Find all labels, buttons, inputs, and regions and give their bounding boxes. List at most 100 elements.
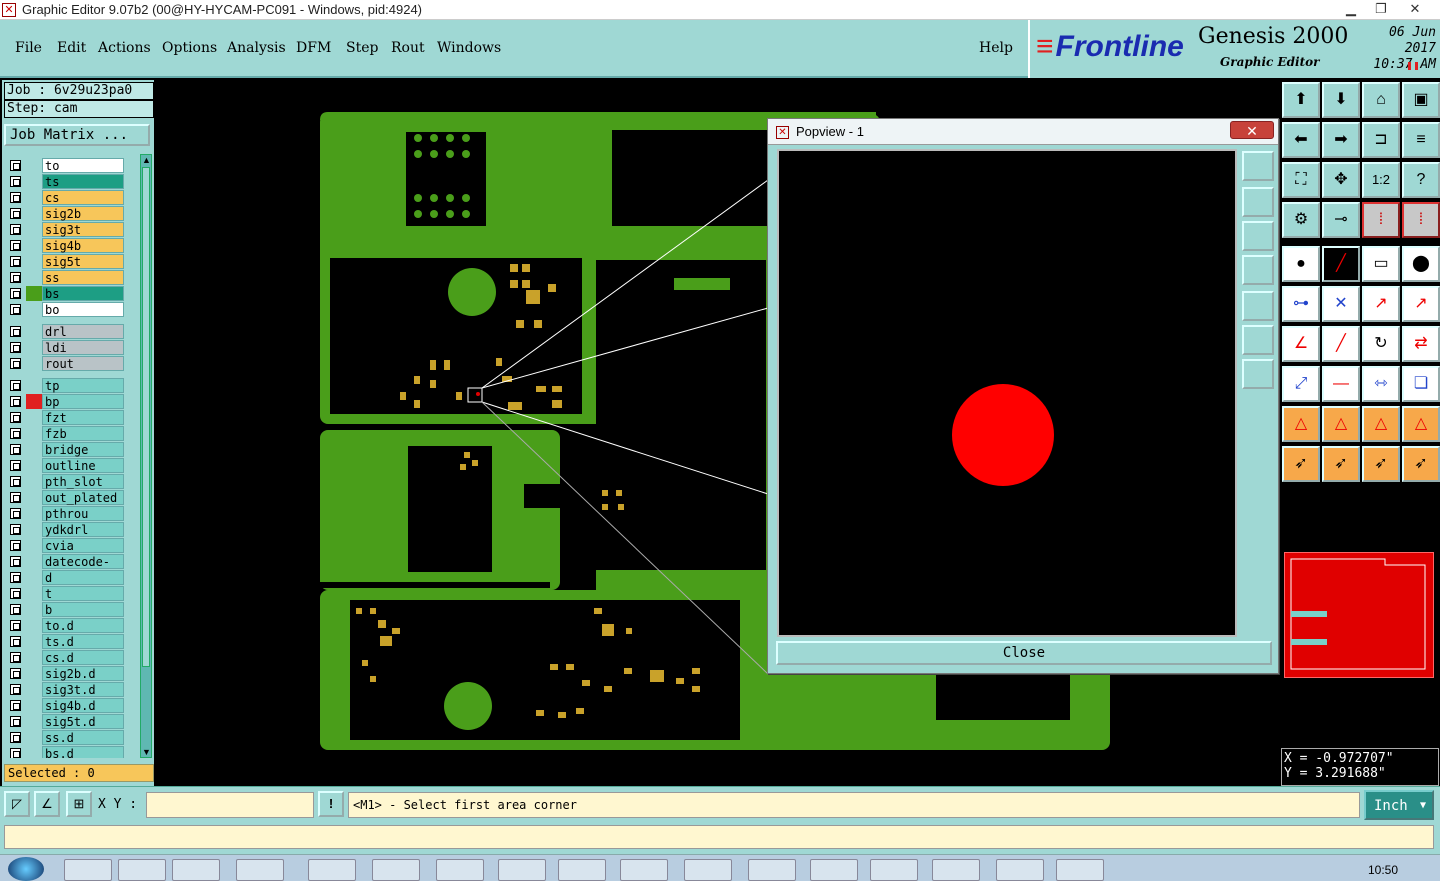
layer-color-swatch[interactable] [26,378,42,393]
layer-checkbox[interactable] [10,508,21,519]
layer-row[interactable]: outline [6,458,126,473]
layer-checkbox[interactable] [10,304,21,315]
layer-color-swatch[interactable] [26,442,42,457]
layer-name[interactable]: bo [42,302,124,317]
layers-tool-icon[interactable]: ⁞ [1362,202,1400,238]
measure-tool-icon[interactable]: △ [1282,406,1320,442]
layer-checkbox[interactable] [10,160,21,171]
layer-name[interactable]: sig5t.d [42,714,124,729]
layer-checkbox[interactable] [10,192,21,203]
redraw-tool-icon[interactable]: ≡ [1402,122,1440,158]
layer-color-swatch[interactable] [26,238,42,253]
layer-color-swatch[interactable] [26,650,42,665]
layer-name[interactable]: cs.d [42,650,124,665]
pan-up-tool-icon[interactable]: ⬆ [1282,82,1320,118]
menu-options[interactable]: Options [162,40,217,56]
popview-close-x-button[interactable]: ✕ [1230,121,1274,139]
mirror-tool-icon[interactable]: ⇄ [1402,326,1440,362]
layer-row[interactable]: ss.d [6,730,126,745]
layer-name[interactable]: rout [42,356,124,371]
layer-name[interactable]: ts.d [42,634,124,649]
pad-tool-icon[interactable]: ● [1282,246,1320,282]
pan-down-tool-icon[interactable]: ⬇ [1322,82,1360,118]
layer-scrollbar[interactable]: ▲ ▼ [140,154,152,758]
layer-color-swatch[interactable] [26,190,42,205]
layer-checkbox[interactable] [10,716,21,727]
menu-help[interactable]: Help [979,40,1013,56]
pv-pan-right-icon[interactable] [1242,291,1274,321]
pv-zoom-fit-icon[interactable] [1242,151,1274,181]
layer-name[interactable]: sig2b [42,206,124,221]
key-tool-icon[interactable]: ⊸ [1322,202,1360,238]
pan-left-tool-icon[interactable]: ⬅ [1282,122,1320,158]
taskbar-app-10[interactable] [620,859,668,881]
layer-checkbox[interactable] [10,492,21,503]
measure4-tool-icon[interactable]: △ [1402,406,1440,442]
layer-row[interactable]: bs [6,286,126,301]
layer-name[interactable]: tp [42,378,124,393]
arc2-tool-icon[interactable]: ↗ [1402,286,1440,322]
layer-color-swatch[interactable] [26,618,42,633]
measure3-tool-icon[interactable]: △ [1362,406,1400,442]
popview-canvas[interactable] [777,149,1237,637]
layer-name[interactable]: ss [42,270,124,285]
layer-name[interactable]: sig2b.d [42,666,124,681]
layer-name[interactable]: to [42,158,124,173]
minimize-button[interactable]: ▁ [1336,0,1366,18]
move-tool-icon[interactable]: ⤢ [1282,366,1320,402]
layer-name[interactable]: fzb [42,426,124,441]
window-tool-icon[interactable]: ▣ [1402,82,1440,118]
select4-tool-icon[interactable]: ➶ [1402,446,1440,482]
taskbar-app-6[interactable] [372,859,420,881]
taskbar-app-17[interactable] [1056,859,1104,881]
layer-checkbox[interactable] [10,540,21,551]
select3-tool-icon[interactable]: ➶ [1362,446,1400,482]
layer-color-swatch[interactable] [26,714,42,729]
layer-row[interactable]: ldi [6,340,126,355]
layer-checkbox[interactable] [10,444,21,455]
layer-row[interactable]: t [6,586,126,601]
layer-color-swatch[interactable] [26,730,42,745]
layer-color-swatch[interactable] [26,410,42,425]
restore-button[interactable]: ❐ [1366,0,1396,18]
scroll-thumb[interactable] [142,167,150,667]
layer-checkbox[interactable] [10,524,21,535]
popview-close-button[interactable]: Close [776,641,1272,665]
layer-row[interactable]: pthrou [6,506,126,521]
layer-row[interactable]: fzb [6,426,126,441]
layer-name[interactable]: pth_slot [42,474,124,489]
layer-row[interactable]: bridge [6,442,126,457]
menu-windows[interactable]: Windows [437,40,501,56]
layer-color-swatch[interactable] [26,222,42,237]
layer-color-swatch[interactable] [26,340,42,355]
zoom-area-tool-icon[interactable]: ⛶ [1282,162,1320,198]
layer-color-swatch[interactable] [26,324,42,339]
taskbar-app-16[interactable] [996,859,1044,881]
layer-checkbox[interactable] [10,636,21,647]
taskbar-app-13[interactable] [810,859,858,881]
zoom-center-tool-icon[interactable]: ✥ [1322,162,1360,198]
mini-map[interactable] [1284,552,1434,678]
connect-tool-icon[interactable]: ⊶ [1282,286,1320,322]
layer-row[interactable]: sig2b.d [6,666,126,681]
slash-tool-icon[interactable]: ╱ [1322,326,1360,362]
layer-row[interactable]: sig3t [6,222,126,237]
layer-name[interactable]: sig4b [42,238,124,253]
taskbar-app-15[interactable] [932,859,980,881]
arc-tool-icon[interactable]: ↗ [1362,286,1400,322]
layer-color-swatch[interactable] [26,554,42,569]
layer-color-swatch[interactable] [26,302,42,317]
angle-tool-icon[interactable]: ∠ [1282,326,1320,362]
pv-pan-up-icon[interactable] [1242,187,1274,217]
taskbar-app-5[interactable] [308,859,356,881]
layer-color-swatch[interactable] [26,634,42,649]
layer-checkbox[interactable] [10,272,21,283]
menu-analysis[interactable]: Analysis [227,40,286,56]
copy-tool-icon[interactable]: ❏ [1402,366,1440,402]
close-window-button[interactable]: ✕ [1400,0,1430,18]
scale-1to2-tool-icon[interactable]: 1:2 [1362,162,1400,198]
layer-color-swatch[interactable] [26,270,42,285]
layer-color-swatch[interactable] [26,698,42,713]
layer-checkbox[interactable] [10,572,21,583]
pv-zoom-in-icon[interactable] [1242,325,1274,355]
